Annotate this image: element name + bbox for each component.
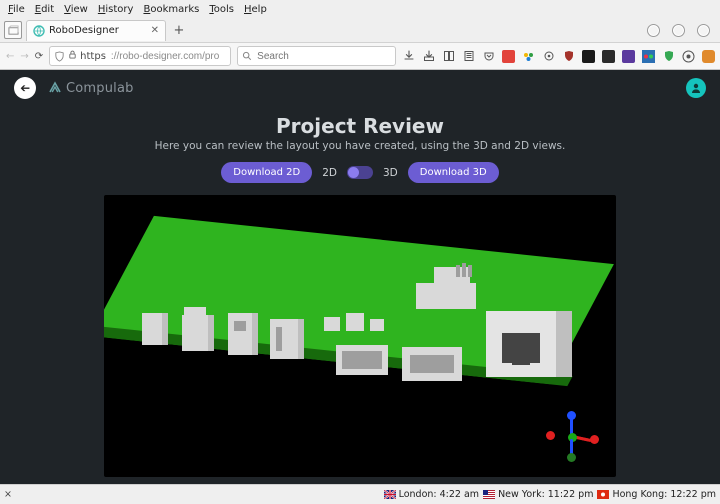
view-controls: Download 2D 2D 3D Download 3D — [0, 162, 720, 183]
ext-purple-icon[interactable] — [622, 50, 635, 63]
search-box[interactable] — [237, 46, 396, 66]
download-icon[interactable] — [402, 50, 415, 63]
tab-close-button[interactable]: ✕ — [151, 25, 159, 36]
download-2d-button[interactable]: Download 2D — [221, 162, 312, 183]
page-content: ➔ Compulab Project Review Here you can r… — [0, 70, 720, 484]
label-2d: 2D — [322, 167, 337, 179]
inbox-icon[interactable] — [422, 50, 435, 63]
flag-uk-icon — [384, 490, 396, 499]
ext-circles-icon[interactable] — [522, 50, 535, 63]
favicon-icon — [33, 25, 45, 37]
search-input[interactable] — [255, 50, 391, 63]
page-title: Project Review — [0, 114, 720, 138]
ext-color-icon[interactable] — [642, 50, 655, 63]
window-close-button[interactable] — [697, 24, 710, 37]
ext-dark2-icon[interactable] — [602, 50, 615, 63]
shield-icon — [54, 51, 65, 62]
pocket-icon[interactable] — [482, 50, 495, 63]
window-minimize-button[interactable] — [647, 24, 660, 37]
url-scheme: https — [80, 51, 106, 62]
axis-gizmo[interactable] — [546, 411, 598, 463]
menu-file[interactable]: File — [4, 4, 29, 15]
search-icon — [242, 51, 252, 61]
menu-help[interactable]: Help — [240, 4, 271, 15]
ext-eye-icon[interactable] — [682, 50, 695, 63]
ext-sync-icon[interactable] — [542, 50, 555, 63]
nav-back-button[interactable]: ← — [6, 49, 14, 63]
window-maximize-button[interactable] — [672, 24, 685, 37]
ext-red-icon[interactable] — [502, 50, 515, 63]
app-header: ➔ Compulab — [0, 70, 720, 106]
menu-history[interactable]: History — [94, 4, 138, 15]
address-bar[interactable]: https — [49, 46, 231, 66]
extensions-area: ≡ — [402, 49, 720, 63]
history-icon[interactable] — [442, 50, 455, 63]
browser-toolbar: ← → ⟳ https ≡ — [0, 42, 720, 70]
nav-forward-button[interactable]: → — [20, 49, 28, 63]
account-avatar[interactable] — [686, 78, 706, 98]
menu-bookmarks[interactable]: Bookmarks — [139, 4, 203, 15]
ext-orange-icon[interactable] — [702, 50, 715, 63]
brand-logo[interactable]: Compulab — [48, 81, 134, 96]
menu-view[interactable]: View — [60, 4, 92, 15]
brand-name: Compulab — [66, 81, 134, 96]
lock-icon — [68, 50, 77, 62]
window-controls — [647, 24, 716, 37]
browser-tab[interactable]: RoboDesigner ✕ — [26, 20, 166, 41]
taskbar-close-icon[interactable]: × — [4, 489, 12, 500]
view-toggle-2d-3d[interactable] — [347, 166, 373, 179]
ext-adguard-icon[interactable] — [662, 50, 675, 63]
reader-icon[interactable] — [462, 50, 475, 63]
os-menubar: File Edit View History Bookmarks Tools H… — [0, 0, 720, 18]
download-3d-button[interactable]: Download 3D — [408, 162, 499, 183]
flag-hk-icon — [597, 490, 609, 499]
brand-icon — [48, 81, 62, 95]
3d-viewport[interactable] — [104, 195, 616, 477]
view-all-tabs-button[interactable] — [4, 21, 22, 39]
os-taskbar: × London:4:22 am New York:11:22 pm Hong … — [0, 484, 720, 504]
clock-london[interactable]: London:4:22 am — [384, 489, 479, 500]
person-icon — [690, 82, 702, 94]
label-3d: 3D — [383, 167, 398, 179]
app-back-button[interactable]: ➔ — [14, 77, 36, 99]
nav-reload-button[interactable]: ⟳ — [35, 49, 43, 63]
ext-dark1-icon[interactable] — [582, 50, 595, 63]
tab-title: RoboDesigner — [49, 25, 147, 36]
clock-newyork[interactable]: New York:11:22 pm — [483, 489, 593, 500]
flag-us-icon — [483, 490, 495, 499]
menu-tools[interactable]: Tools — [205, 4, 238, 15]
new-tab-button[interactable]: + — [170, 21, 188, 39]
clock-hongkong[interactable]: Hong Kong:12:22 pm — [597, 489, 716, 500]
ext-ublock-icon[interactable] — [562, 50, 575, 63]
url-input[interactable] — [109, 50, 226, 63]
browser-tabstrip: RoboDesigner ✕ + — [0, 18, 720, 42]
menu-edit[interactable]: Edit — [31, 4, 58, 15]
page-subtitle: Here you can review the layout you have … — [0, 140, 720, 152]
